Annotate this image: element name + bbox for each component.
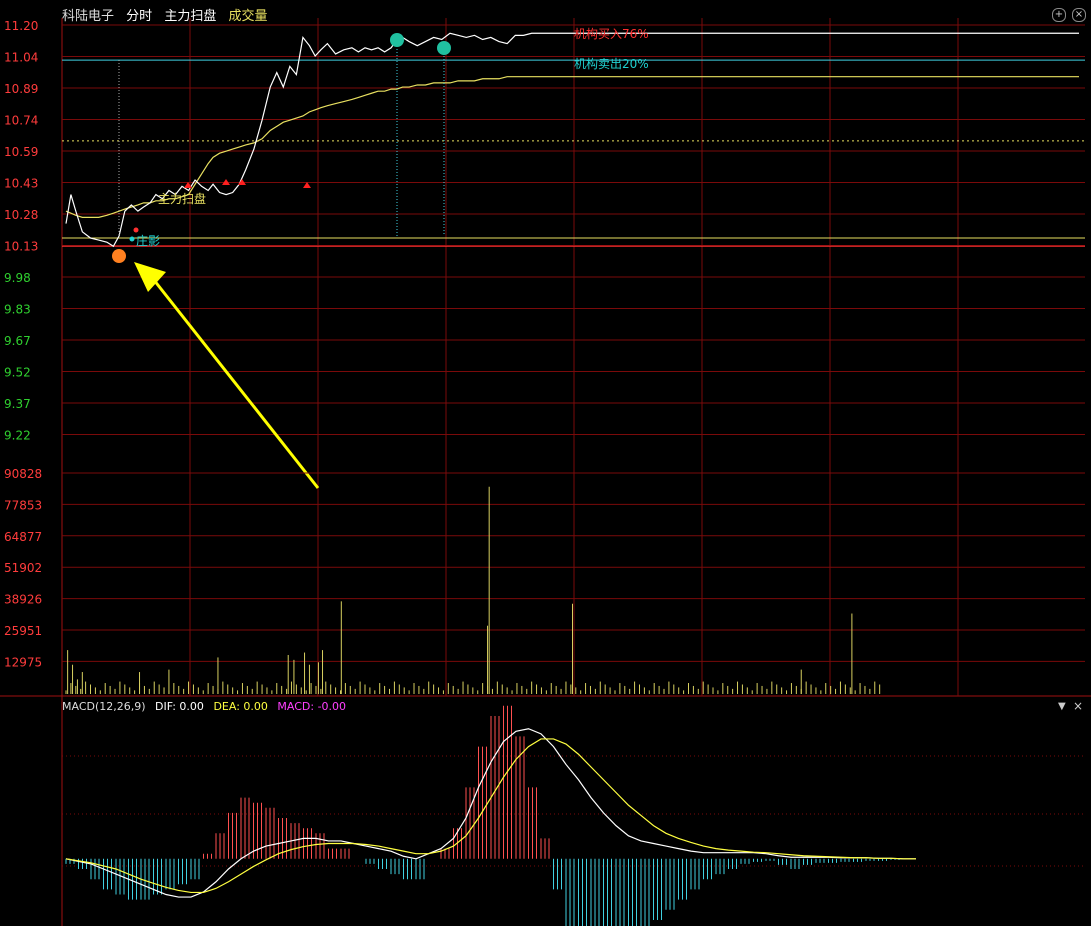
annotation-banker-shadow: 庄影	[136, 234, 161, 248]
price-tick-label: 10.59	[4, 145, 38, 159]
price-tick-label: 9.83	[4, 303, 31, 317]
volume-tick-label: 12975	[4, 655, 42, 669]
volume-tick-label: 25951	[4, 624, 42, 638]
price-tick-label: 9.37	[4, 397, 31, 411]
price-tick-label: 10.89	[4, 82, 38, 96]
price-tick-label: 9.98	[4, 271, 31, 285]
price-tick-label: 9.52	[4, 366, 31, 380]
annotation-main-scan: 主力扫盘	[158, 192, 207, 206]
dot-marker	[129, 236, 135, 242]
macd-dif: DIF: 0.00	[155, 700, 204, 713]
volume-tick-label: 64877	[4, 530, 42, 544]
price-tick-label: 11.20	[4, 19, 38, 33]
pointer-arrow-shaft	[148, 274, 320, 489]
annotation-inst-buy: 机构买入76%	[574, 27, 649, 41]
price-tick-label: 9.67	[4, 334, 31, 348]
macd-dea: DEA: 0.00	[213, 700, 268, 713]
price-tick-label: 10.43	[4, 177, 38, 191]
chart-canvas: 11.20 11.04 10.89 10.74 10.59 10.43 10.28 10.13…	[0, 18, 1091, 926]
sell-signal-icon	[437, 41, 451, 55]
macd-value: MACD: -0.00	[277, 700, 347, 713]
chevron-down-icon[interactable]: ▼	[1058, 701, 1066, 712]
stock-chart-window: 科陆电子 分时 主力扫盘 成交量 + × 11.20 11.04 10.89 10.7…	[0, 0, 1091, 926]
macd-title: MACD(12,26,9)	[62, 700, 146, 713]
volume-tick-label: 51902	[4, 561, 42, 575]
sell-signal-icon	[390, 33, 404, 47]
price-tick-label: 10.13	[4, 240, 38, 254]
price-tick-label: 9.22	[4, 429, 31, 443]
macd-header: MACD(12,26,9) DIF: 0.00 DEA: 0.00 MACD: …	[62, 700, 346, 713]
avg-price-line	[65, 76, 1079, 218]
volume-tick-label: 77853	[4, 498, 42, 512]
volume-tick-label: 38926	[4, 593, 42, 607]
close-icon[interactable]: ×	[1073, 699, 1083, 713]
price-tick-label: 11.04	[4, 51, 38, 65]
volume-tick-label: 90828	[4, 467, 42, 481]
annotation-inst-sell: 机构卖出20%	[574, 57, 649, 71]
price-tick-label: 10.28	[4, 208, 38, 222]
buy-signal-icon	[112, 249, 126, 263]
price-tick-label: 10.74	[4, 114, 38, 128]
